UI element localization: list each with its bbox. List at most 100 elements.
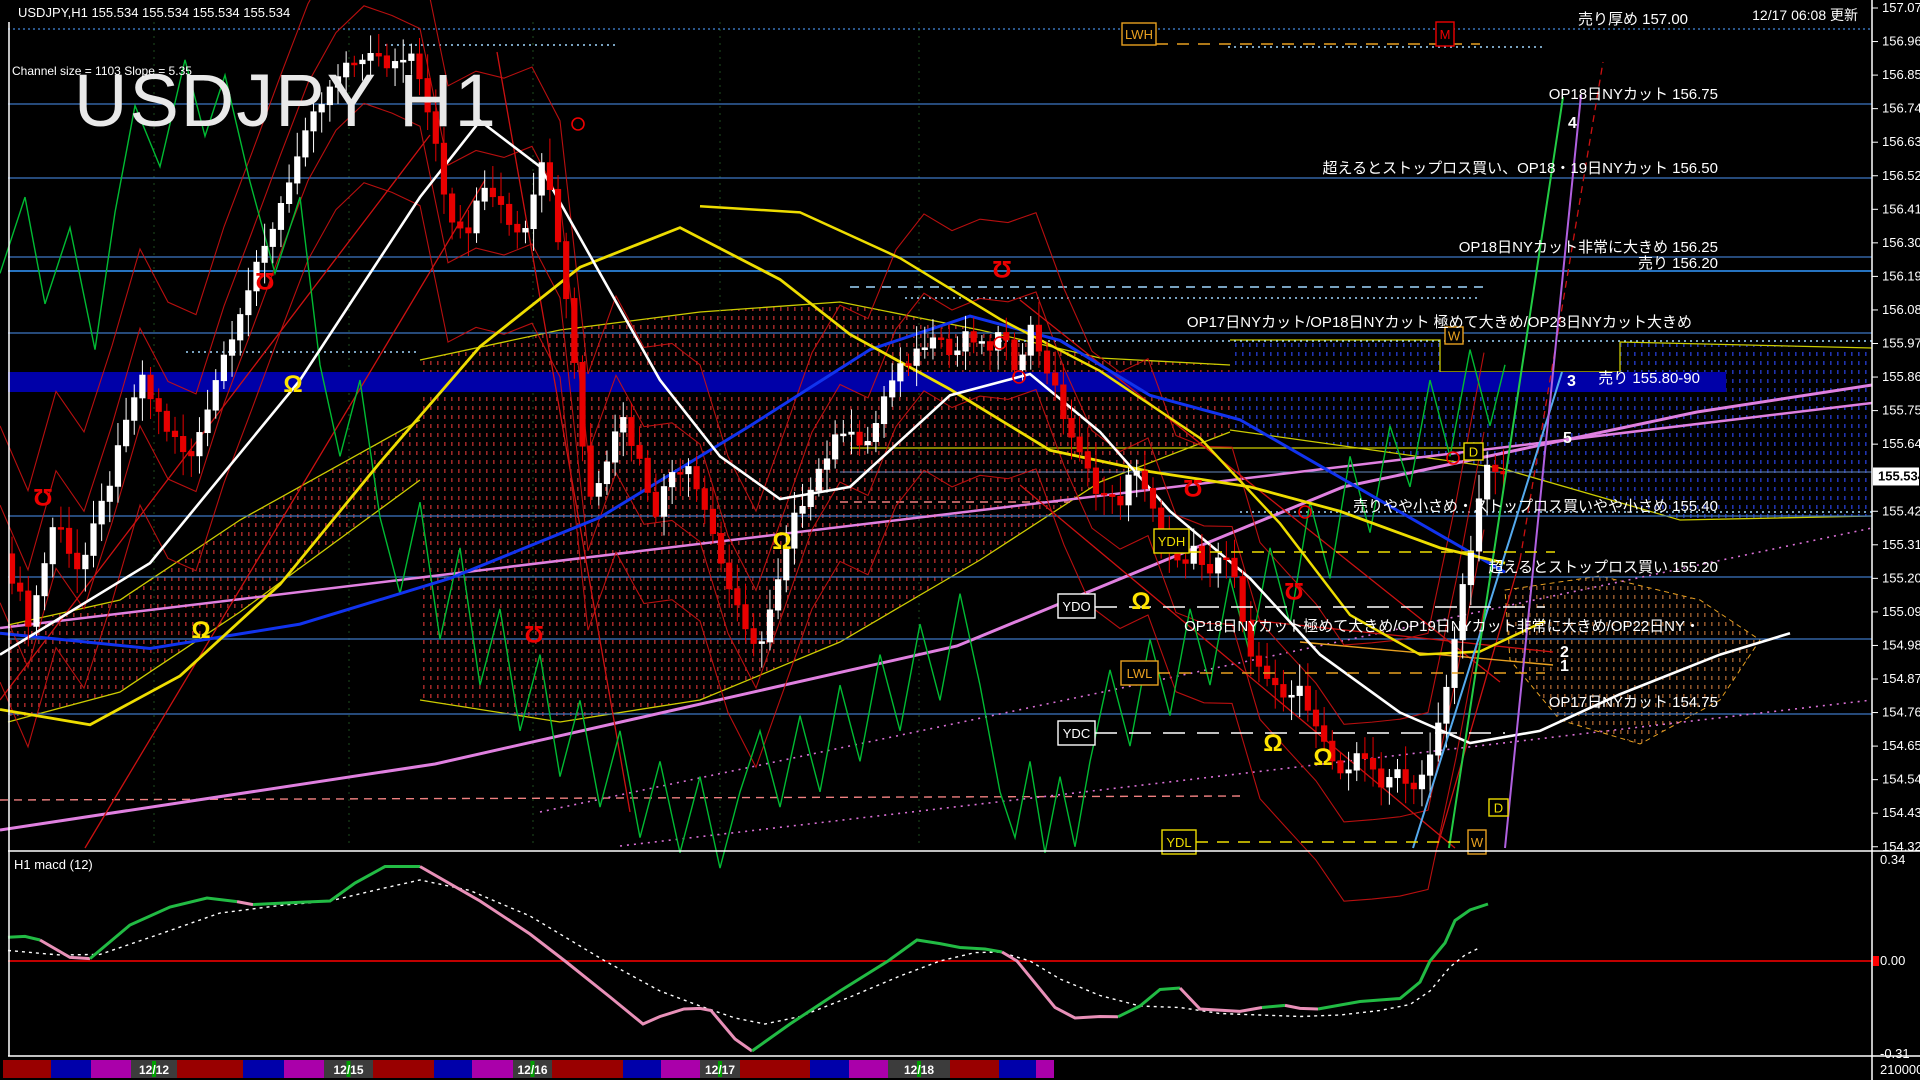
level-annotation[interactable]: 超えるとストップロス買い 155.20 bbox=[1488, 559, 1718, 576]
red-circle-marker bbox=[572, 118, 584, 130]
candle-body bbox=[115, 446, 120, 487]
axis-tick-label: 154.760 bbox=[1882, 705, 1920, 720]
candle-body bbox=[498, 197, 503, 205]
price-axis[interactable]: 157.070156.960156.850156.740156.630156.5… bbox=[1872, 0, 1920, 854]
candle-body bbox=[564, 242, 569, 299]
candle-body bbox=[955, 351, 960, 354]
level-annotation[interactable]: 超えるとストップロス買い、OP18・19日NYカット 156.50 bbox=[1323, 160, 1718, 177]
macd-zero-marker bbox=[1873, 956, 1879, 966]
candle-body bbox=[1183, 560, 1188, 563]
candle-body bbox=[735, 589, 740, 605]
level-annotation[interactable]: OP18日NYカット極めて大きめ/OP19日NYカット非常に大きめ/OP22日N… bbox=[1184, 618, 1700, 635]
axis-tick-label: 156.300 bbox=[1882, 235, 1920, 250]
candle-body bbox=[474, 201, 479, 233]
candle-body bbox=[1485, 465, 1490, 499]
level-annotation[interactable]: 売りやや小さめ・ストップロス買いやや小さめ 155.40 bbox=[1353, 498, 1718, 515]
candle-body bbox=[1036, 325, 1041, 351]
timeline-segment-blue bbox=[810, 1060, 849, 1078]
candle-body bbox=[515, 224, 520, 232]
chart-canvas[interactable]: 12345LWHMYDHYDOLWLYDCYDLWWDDΩΩΩΩΩΩΩΩΩΩΩΩ… bbox=[0, 0, 1920, 1080]
orchid-dotted-trendline bbox=[620, 700, 1872, 846]
tag-label-YDL: YDL bbox=[1166, 835, 1191, 850]
candle-body bbox=[906, 364, 911, 366]
timeline-segment-blue bbox=[51, 1060, 91, 1078]
band-annotation[interactable]: 売り 155.80-90 bbox=[1598, 370, 1700, 387]
level-annotation[interactable]: 売り 156.20 bbox=[1638, 255, 1718, 272]
candle-body bbox=[1346, 770, 1351, 773]
candle-body bbox=[1199, 546, 1204, 564]
axis-tick-label: 154.430 bbox=[1882, 805, 1920, 820]
candle-body bbox=[507, 204, 512, 224]
macd-axis-label: -0.31 bbox=[1880, 1046, 1910, 1061]
level-annotation[interactable]: OP17日NYカット 154.75 bbox=[1549, 694, 1718, 711]
channel-info-label: Channel size = 1103 Slope = 5.35 bbox=[12, 64, 192, 78]
candle-body bbox=[849, 432, 854, 434]
candle-body bbox=[83, 555, 88, 568]
omega-marker: Ω bbox=[1313, 744, 1332, 771]
trading-terminal-chart[interactable]: 12345LWHMYDHYDOLWLYDCYDLWWDDΩΩΩΩΩΩΩΩΩΩΩΩ… bbox=[0, 0, 1920, 1080]
sell-note-157[interactable]: 売り厚め 157.00 bbox=[1578, 8, 1688, 29]
macd-main-line bbox=[8, 936, 40, 940]
candle-body bbox=[172, 431, 177, 436]
candle-body bbox=[678, 473, 683, 475]
omega-marker: Ω bbox=[191, 617, 210, 644]
timeline-segment-red bbox=[3, 1060, 51, 1078]
candle-body bbox=[751, 629, 756, 644]
candle-body bbox=[197, 433, 202, 456]
volume-axis-label: 210000 bbox=[1880, 1062, 1920, 1077]
candle-body bbox=[1322, 726, 1327, 741]
candle-body bbox=[246, 291, 251, 315]
axis-tick-label: 155.310 bbox=[1882, 537, 1920, 552]
omega-marker: Ω bbox=[255, 267, 274, 294]
candle-body bbox=[1256, 656, 1261, 666]
macd-axis[interactable]: 0.340.00-0.31210000 bbox=[1873, 852, 1920, 1077]
candle-body bbox=[1444, 687, 1449, 723]
timeline-segment-purple bbox=[472, 1060, 513, 1078]
candle-body bbox=[588, 446, 593, 496]
omega-marker: Ω bbox=[1183, 474, 1202, 501]
sell-zone-band[interactable] bbox=[8, 372, 1726, 392]
tag-label-YDH: YDH bbox=[1158, 534, 1185, 549]
timeline-segment-red bbox=[950, 1060, 999, 1078]
omega-marker: Ω bbox=[772, 528, 791, 555]
timeline-segment-purple bbox=[849, 1060, 888, 1078]
candle-body bbox=[1085, 452, 1090, 468]
candle-body bbox=[1110, 495, 1115, 497]
candle-body bbox=[743, 605, 748, 629]
level-annotation[interactable]: OP18日NYカット 156.75 bbox=[1549, 86, 1718, 103]
axis-tick-label: 155.750 bbox=[1882, 403, 1920, 418]
candle-body bbox=[613, 432, 618, 462]
candle-body bbox=[124, 420, 129, 445]
candle-body bbox=[238, 315, 243, 340]
candle-body bbox=[718, 534, 723, 564]
candle-body bbox=[18, 583, 23, 591]
timeline-segment-red bbox=[552, 1060, 623, 1078]
candle-body bbox=[262, 246, 267, 262]
axis-tick-label: 156.850 bbox=[1882, 67, 1920, 82]
candle-body bbox=[164, 411, 169, 431]
candle-body bbox=[670, 473, 675, 487]
candle-body bbox=[270, 229, 275, 246]
candle-body bbox=[1224, 558, 1229, 560]
candle-body bbox=[1493, 465, 1498, 471]
level-annotation[interactable]: OP17日NYカット/OP18日NYカット 極めて大きめ/OP23日NYカット大… bbox=[1187, 314, 1692, 331]
axis-tick-label: 155.860 bbox=[1882, 369, 1920, 384]
candle-body bbox=[91, 524, 96, 555]
axis-tick-label: 154.650 bbox=[1882, 738, 1920, 753]
candle-body bbox=[881, 397, 886, 424]
level-annotation[interactable]: OP18日NYカット非常に大きめ 156.25 bbox=[1459, 239, 1718, 256]
omega-marker: Ω bbox=[33, 483, 52, 510]
candle-body bbox=[547, 163, 552, 190]
axis-tick-label: 156.410 bbox=[1882, 201, 1920, 216]
candle-body bbox=[140, 375, 145, 398]
candle-body bbox=[1362, 754, 1367, 759]
candle-body bbox=[1387, 778, 1392, 787]
candle-body bbox=[971, 332, 976, 342]
candle-body bbox=[776, 580, 781, 610]
macd-main-line bbox=[90, 898, 237, 959]
candle-body bbox=[1126, 475, 1131, 505]
candle-body bbox=[939, 338, 944, 340]
timeline-bar[interactable]: 12/1212/1512/1612/1712/18 bbox=[3, 1060, 1054, 1078]
tag-label-LWL: LWL bbox=[1127, 666, 1153, 681]
candle-body bbox=[572, 299, 577, 363]
